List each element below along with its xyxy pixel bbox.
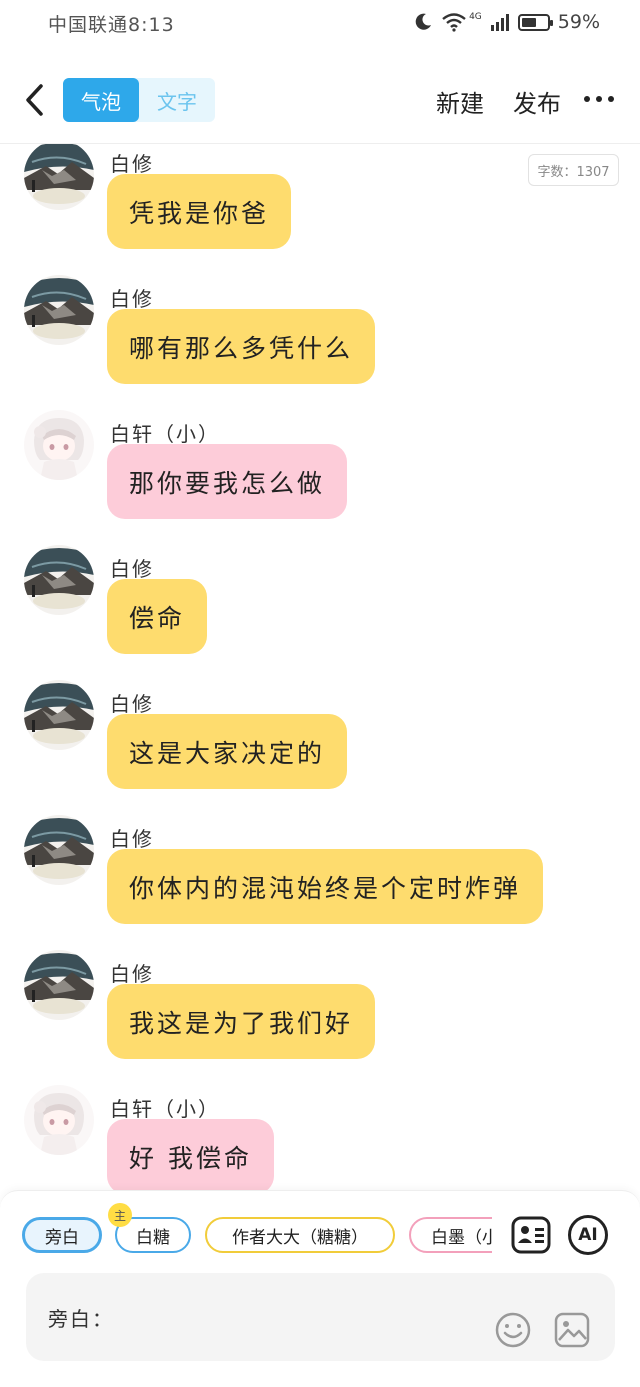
message-bubble[interactable]: 那你要我怎么做 [107, 444, 348, 519]
landscape-avatar[interactable] [24, 680, 94, 750]
message-bubble[interactable]: 我这是为了我们好 [107, 984, 376, 1059]
status-icons: 4G 59% [413, 9, 600, 35]
chat-area[interactable]: 字数：1307 白修 凭我是你爸 白修 哪有那么多凭什么 白轩（小） 那你要我怎么做 [0, 144, 640, 1190]
sender-name: 白轩（小） [110, 422, 220, 446]
contacts-icon[interactable] [510, 1214, 552, 1256]
image-icon[interactable] [553, 1311, 591, 1349]
word-count-badge: 字数：1307 [528, 154, 619, 186]
sender-name: 白修 [110, 692, 154, 716]
sender-name: 白修 [110, 152, 154, 176]
message-bubble[interactable]: 好 我偿命 [107, 1119, 274, 1190]
message-bubble[interactable]: 哪有那么多凭什么 [107, 309, 376, 384]
tab-bubble[interactable]: 气泡 [63, 78, 139, 122]
publish-button[interactable]: 发布 [513, 84, 561, 119]
input-role-label: 旁白： [48, 1307, 114, 1331]
landscape-avatar[interactable] [24, 545, 94, 615]
message-bubble[interactable]: 凭我是你爸 [107, 174, 292, 249]
message-input[interactable]: 旁白： [26, 1273, 615, 1361]
network-label: 4G [469, 12, 482, 22]
message-bubble[interactable]: 你体内的混沌始终是个定时炸弹 [107, 849, 544, 924]
tab-text[interactable]: 文字 [139, 78, 215, 122]
carrier-time: 中国联通8:13 [48, 14, 175, 36]
wifi-icon [442, 13, 466, 32]
back-button[interactable] [16, 78, 52, 122]
sender-name: 白修 [110, 287, 154, 311]
anime-girl-avatar[interactable] [24, 410, 94, 480]
landscape-avatar[interactable] [24, 144, 94, 210]
sender-name: 白修 [110, 962, 154, 986]
role-author[interactable]: 作者大大（糖糖） [205, 1217, 395, 1253]
battery-icon [517, 13, 553, 31]
emoji-icon[interactable] [494, 1311, 532, 1349]
more-options-icon[interactable] [584, 96, 614, 104]
ai-button[interactable]: AI [568, 1215, 608, 1255]
chevron-left-icon [26, 84, 43, 116]
anime-girl-avatar[interactable] [24, 1085, 94, 1155]
host-badge: 主 [108, 1203, 132, 1227]
battery-percent: 59% [557, 11, 600, 33]
landscape-avatar[interactable] [24, 950, 94, 1020]
message-bubble[interactable]: 偿命 [107, 579, 208, 654]
role-selector: 旁白 白糖 作者大大（糖糖） 白墨（小 [22, 1215, 492, 1257]
mode-toggle: 气泡 文字 [63, 78, 215, 122]
message-bubble[interactable]: 这是大家决定的 [107, 714, 348, 789]
sender-name: 白修 [110, 827, 154, 851]
role-narrator[interactable]: 旁白 [22, 1217, 102, 1253]
sender-name: 白轩（小） [110, 1097, 220, 1121]
landscape-avatar[interactable] [24, 815, 94, 885]
signal-icon [490, 14, 509, 31]
sender-name: 白修 [110, 557, 154, 581]
role-baimo[interactable]: 白墨（小 [409, 1217, 492, 1253]
new-button[interactable]: 新建 [436, 84, 484, 119]
landscape-avatar[interactable] [24, 275, 94, 345]
header: 气泡 文字 新建 发布 [0, 60, 640, 140]
status-bar: 中国联通8:13 4G 59% [0, 0, 640, 44]
moon-icon [415, 13, 432, 30]
